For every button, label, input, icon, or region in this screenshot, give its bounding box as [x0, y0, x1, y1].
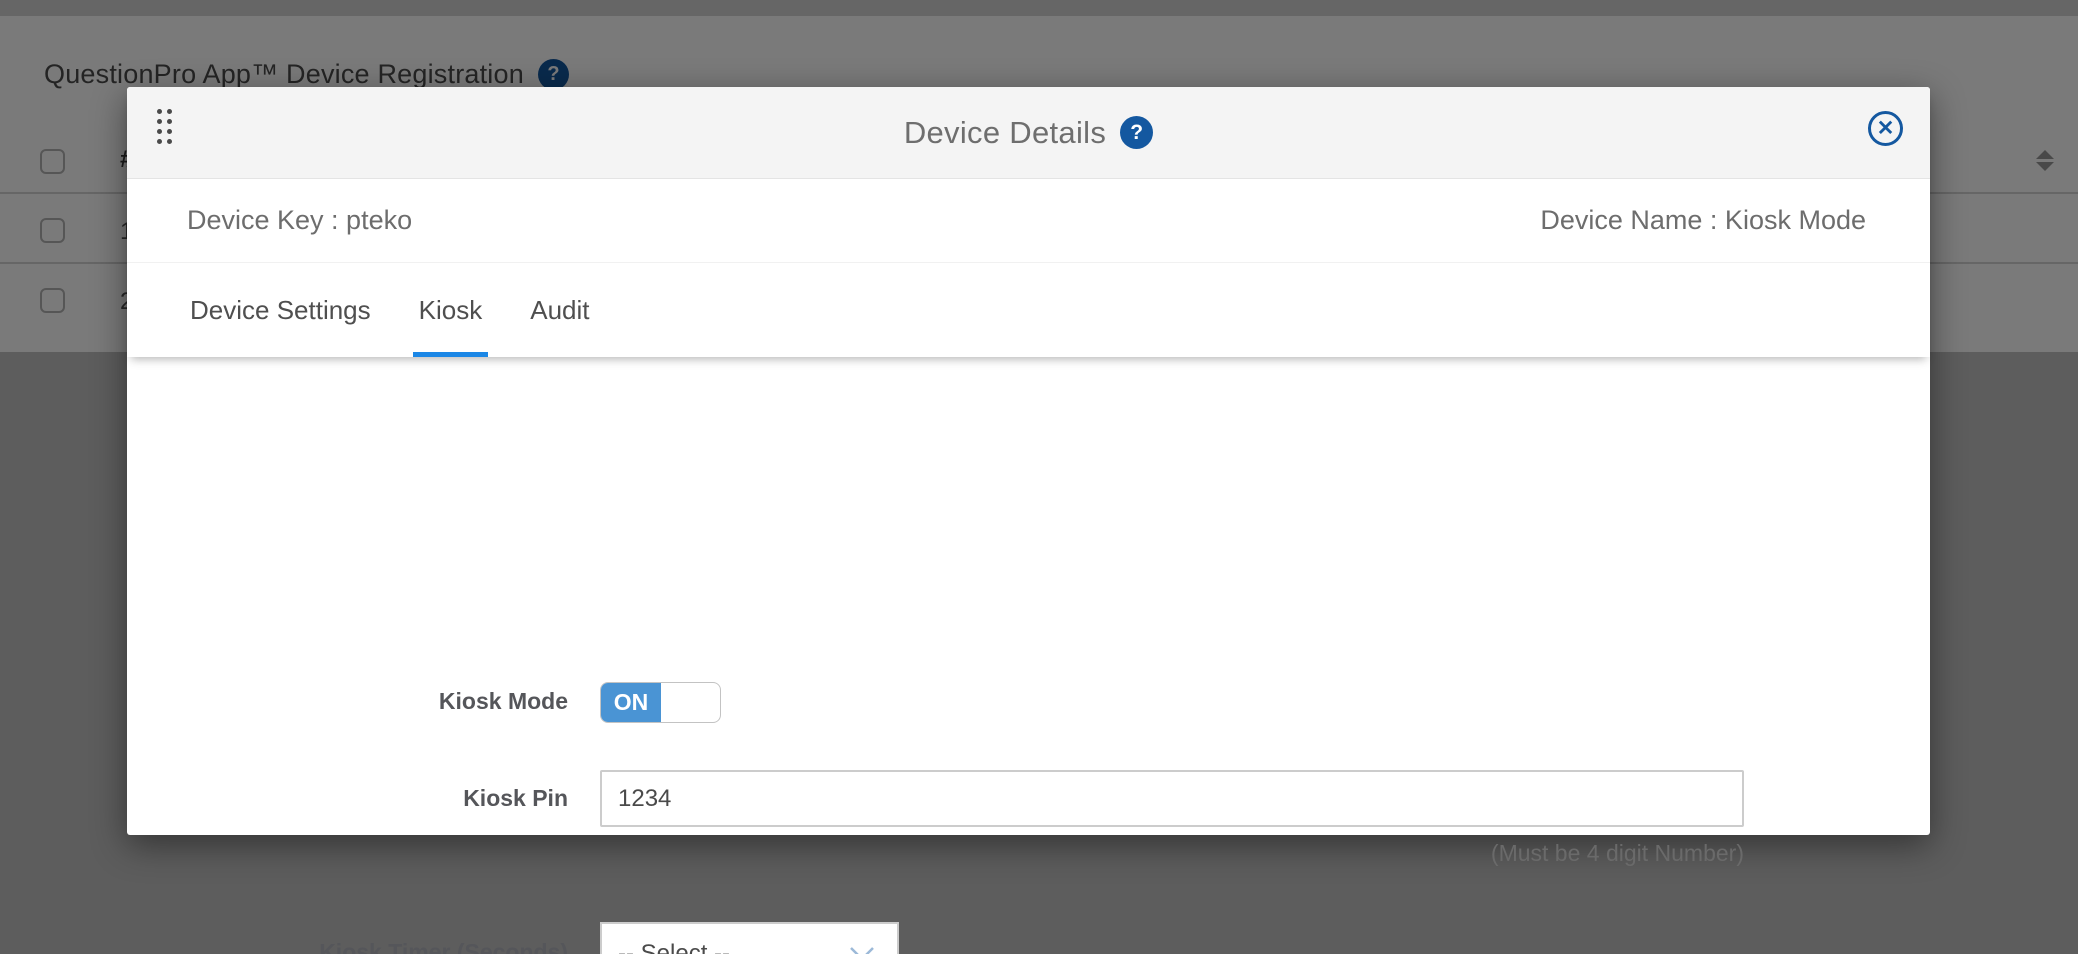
close-icon[interactable]: ✕ [1868, 111, 1903, 146]
tab-audit[interactable]: Audit [524, 263, 595, 357]
device-details-modal: Device Details ? ✕ Device Key : pteko De… [127, 87, 1930, 835]
kiosk-pin-input[interactable] [600, 770, 1744, 827]
select-value: -- Select -- [618, 940, 730, 954]
kiosk-tab-panel: Kiosk Mode ON Kiosk Pin (Must be 4 digit… [127, 357, 1930, 835]
kiosk-timer-label: Kiosk Timer (Seconds) [127, 939, 568, 954]
chevron-down-icon [849, 946, 875, 954]
kiosk-mode-label: Kiosk Mode [127, 688, 568, 715]
tab-kiosk[interactable]: Kiosk [413, 263, 489, 357]
toggle-on-state: ON [601, 683, 661, 722]
device-name-text: Device Name : Kiosk Mode [1540, 205, 1866, 236]
modal-title: Device Details [904, 115, 1106, 151]
modal-tabs: Device Settings Kiosk Audit [127, 263, 1930, 357]
drag-handle-icon[interactable] [157, 109, 172, 144]
kiosk-timer-select[interactable]: -- Select -- [600, 922, 899, 954]
device-identity-row: Device Key : pteko Device Name : Kiosk M… [127, 179, 1930, 263]
kiosk-pin-label: Kiosk Pin [127, 785, 568, 812]
device-key-text: Device Key : pteko [187, 205, 412, 236]
modal-header-block: Device Details ? ✕ Device Key : pteko De… [127, 87, 1930, 357]
kiosk-mode-toggle[interactable]: ON [600, 682, 721, 723]
help-icon[interactable]: ? [1120, 116, 1153, 149]
modal-titlebar: Device Details ? ✕ [127, 87, 1930, 179]
kiosk-pin-hint: (Must be 4 digit Number) [600, 840, 1744, 867]
tab-device-settings[interactable]: Device Settings [184, 263, 377, 357]
